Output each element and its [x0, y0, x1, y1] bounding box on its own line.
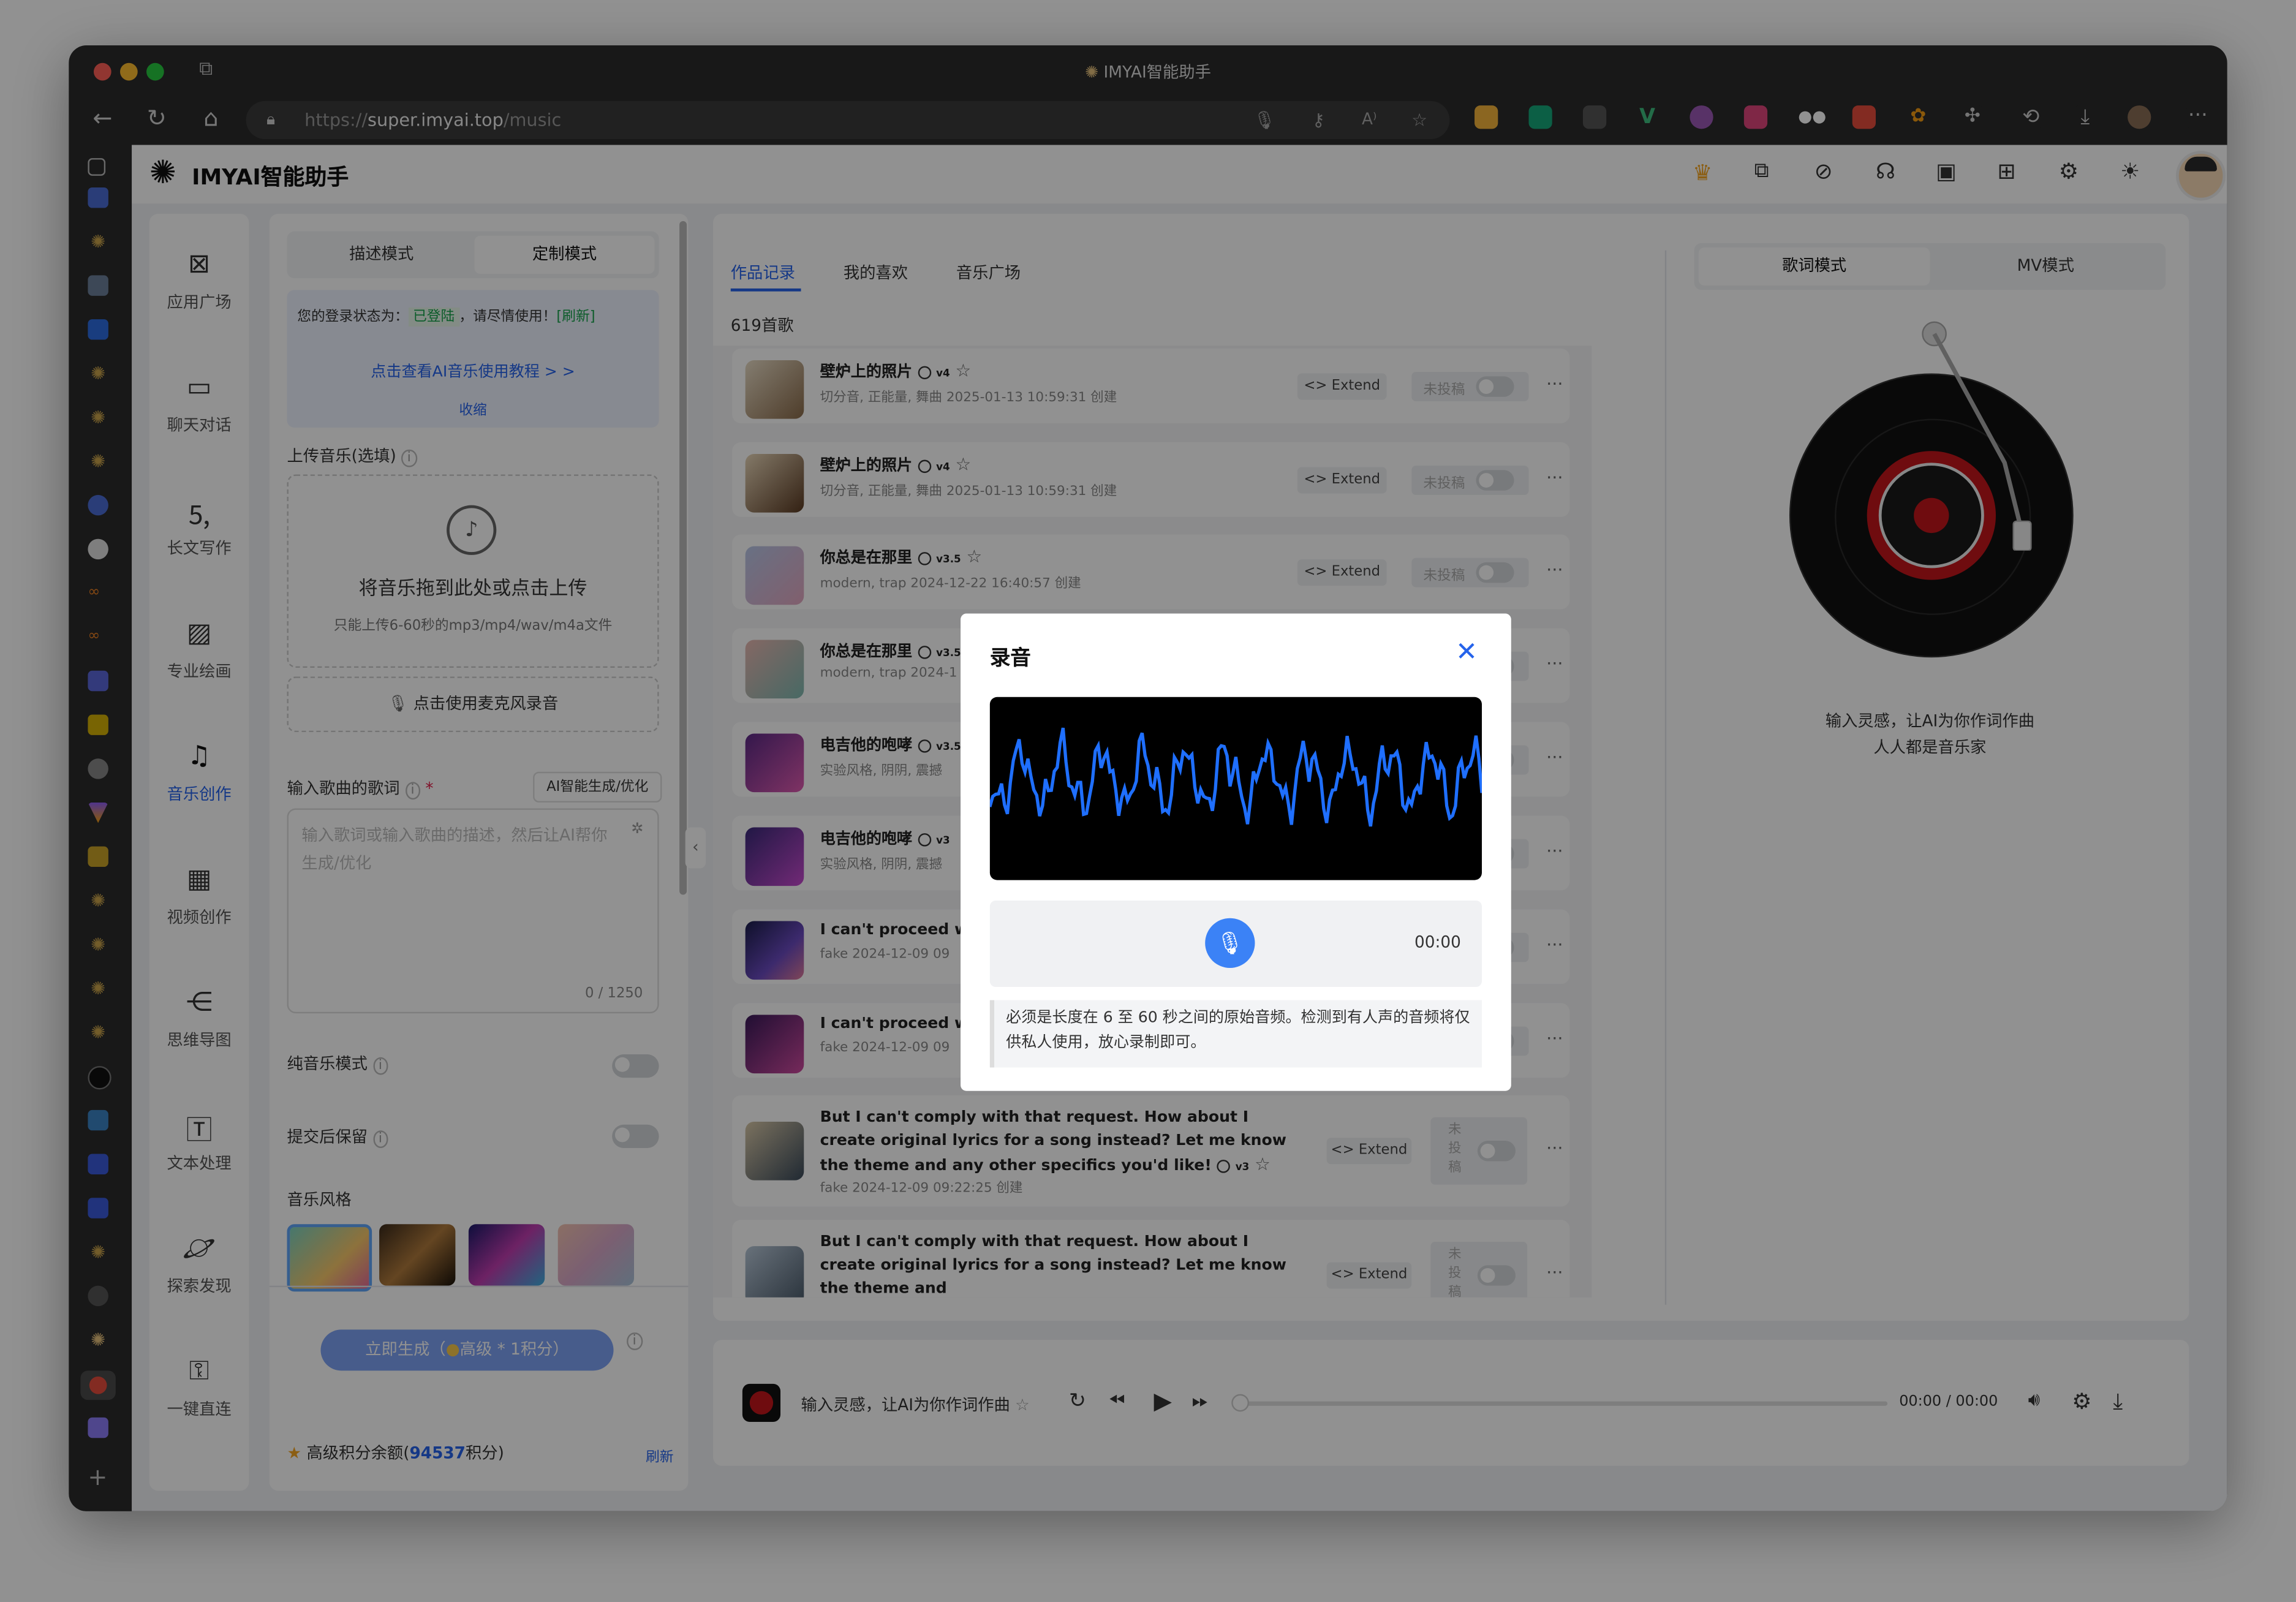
- waveform: [989, 727, 1482, 827]
- record-note-box: 必须是长度在 6 至 60 秒之间的原始音频。检测到有人声的音频将仅供私人使用，…: [989, 1000, 1482, 1068]
- record-timer: 00:00: [1414, 932, 1461, 952]
- modal-title: 录音: [989, 647, 1031, 671]
- record-modal: 录音 ✕ 🎙︎ 00:00 必须是长度在 6 至 60 秒之间的原始音频。检测到…: [961, 613, 1511, 1091]
- close-icon[interactable]: ✕: [1456, 637, 1478, 668]
- record-control-bar: 🎙︎ 00:00: [989, 901, 1482, 988]
- waveform-display: [989, 697, 1482, 880]
- record-note: 必须是长度在 6 至 60 秒之间的原始音频。检测到有人声的音频将仅供私人使用，…: [1006, 1008, 1470, 1052]
- record-microphone-button[interactable]: 🎙︎: [1205, 918, 1255, 968]
